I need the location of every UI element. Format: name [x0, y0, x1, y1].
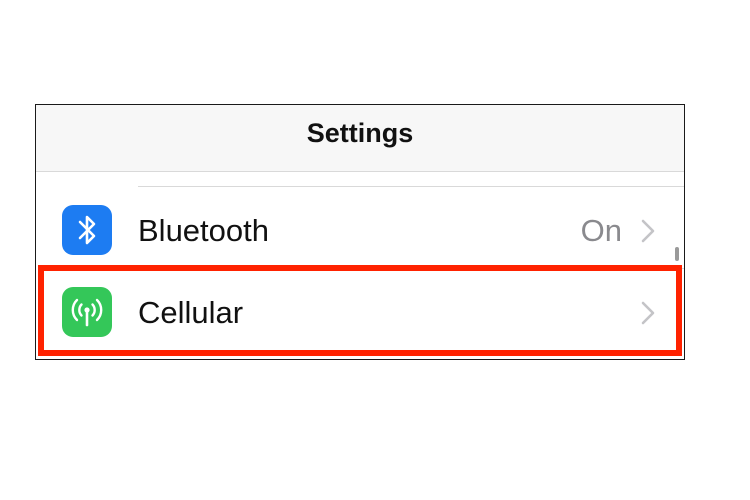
- scroll-indicator: [675, 247, 679, 261]
- row-label: Bluetooth: [138, 213, 269, 248]
- divider: [138, 186, 684, 187]
- chevron-right-icon: [641, 219, 655, 243]
- settings-row-cellular[interactable]: Cellular: [36, 273, 684, 351]
- divider: [138, 268, 684, 269]
- bluetooth-icon: [62, 205, 112, 255]
- antenna-icon: [62, 287, 112, 337]
- page-title: Settings: [306, 118, 414, 148]
- settings-row-bluetooth[interactable]: Bluetooth On: [36, 191, 684, 269]
- row-value: On: [580, 213, 622, 248]
- chevron-right-icon: [641, 301, 655, 325]
- settings-screen: Settings Bluetooth On Cellular: [35, 104, 685, 360]
- navigation-bar: Settings: [36, 105, 684, 172]
- row-label: Cellular: [138, 295, 244, 330]
